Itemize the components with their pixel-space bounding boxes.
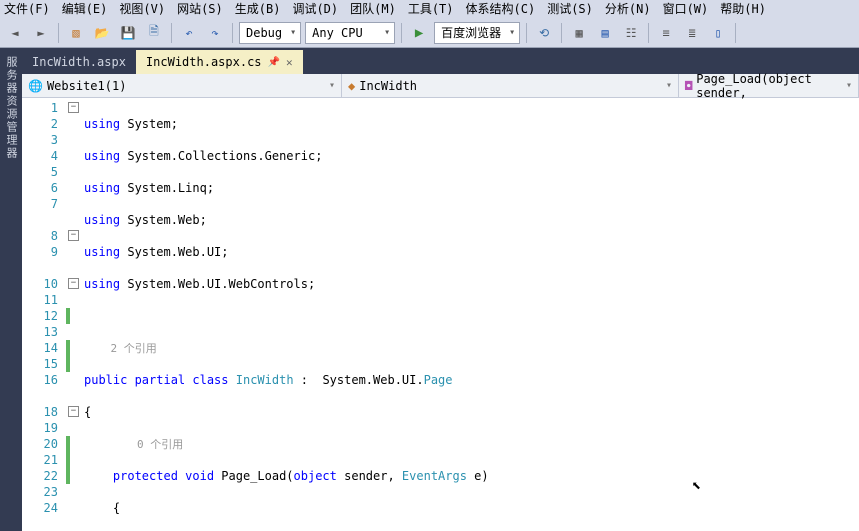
new-project-icon[interactable]: ▧ bbox=[65, 22, 87, 44]
step3-icon[interactable]: ☷ bbox=[620, 22, 642, 44]
class-icon: ◆ bbox=[348, 79, 355, 93]
member-dropdown[interactable]: ◘Page_Load(object sender, bbox=[679, 74, 859, 97]
config-select[interactable]: Debug bbox=[239, 22, 301, 44]
menu-team[interactable]: 团队(M) bbox=[350, 0, 396, 18]
globe-icon: 🌐 bbox=[28, 79, 43, 93]
close-icon[interactable]: ✕ bbox=[286, 56, 293, 69]
comment-icon[interactable]: ≡ bbox=[655, 22, 677, 44]
tab-incwidth-aspx[interactable]: IncWidth.aspx bbox=[22, 50, 136, 74]
nav-bar: 🌐Website1(1) ◆IncWidth ◘Page_Load(object… bbox=[22, 74, 859, 98]
bookmark-icon[interactable]: ▯ bbox=[707, 22, 729, 44]
save-all-icon[interactable]: 🗎 bbox=[143, 22, 165, 44]
menu-build[interactable]: 生成(B) bbox=[235, 0, 281, 18]
step-icon[interactable]: ▦ bbox=[568, 22, 590, 44]
undo-icon[interactable]: ↶ bbox=[178, 22, 200, 44]
start-debug-icon[interactable]: ▶ bbox=[408, 22, 430, 44]
code-content[interactable]: using System; using System.Collections.G… bbox=[84, 98, 859, 531]
line-numbers: 1234567 89 10111213141516 18192021222324 bbox=[22, 98, 66, 531]
open-icon[interactable]: 📂 bbox=[91, 22, 113, 44]
code-editor[interactable]: 1234567 89 10111213141516 18192021222324… bbox=[22, 98, 859, 531]
menubar: 文件(F) 编辑(E) 视图(V) 网站(S) 生成(B) 调试(D) 团队(M… bbox=[0, 0, 859, 18]
document-tabs: IncWidth.aspx IncWidth.aspx.cs📌✕ bbox=[22, 48, 859, 74]
back-icon[interactable]: ◄ bbox=[4, 22, 26, 44]
run-target-select[interactable]: 百度浏览器 bbox=[434, 22, 520, 44]
menu-file[interactable]: 文件(F) bbox=[4, 0, 50, 18]
menu-site[interactable]: 网站(S) bbox=[177, 0, 223, 18]
menu-debug[interactable]: 调试(D) bbox=[292, 0, 338, 18]
tab-incwidth-cs[interactable]: IncWidth.aspx.cs📌✕ bbox=[136, 50, 303, 74]
menu-edit[interactable]: 编辑(E) bbox=[62, 0, 108, 18]
menu-window[interactable]: 窗口(W) bbox=[663, 0, 709, 18]
step2-icon[interactable]: ▤ bbox=[594, 22, 616, 44]
uncomment-icon[interactable]: ≣ bbox=[681, 22, 703, 44]
method-icon: ◘ bbox=[685, 79, 692, 93]
menu-analyze[interactable]: 分析(N) bbox=[605, 0, 651, 18]
project-dropdown[interactable]: 🌐Website1(1) bbox=[22, 74, 342, 97]
save-icon[interactable]: 💾 bbox=[117, 22, 139, 44]
class-dropdown[interactable]: ◆IncWidth bbox=[342, 74, 679, 97]
pin-icon[interactable]: 📌 bbox=[268, 57, 280, 68]
browser-link-icon[interactable]: ⟲ bbox=[533, 22, 555, 44]
menu-arch[interactable]: 体系结构(C) bbox=[466, 0, 536, 18]
platform-select[interactable]: Any CPU bbox=[305, 22, 395, 44]
toolbar: ◄ ► ▧ 📂 💾 🗎 ↶ ↷ Debug Any CPU ▶ 百度浏览器 ⟲ … bbox=[0, 18, 859, 48]
forward-icon[interactable]: ► bbox=[30, 22, 52, 44]
left-tool-panel[interactable]: 服务器资源管理器 bbox=[0, 48, 22, 531]
menu-view[interactable]: 视图(V) bbox=[119, 0, 165, 18]
menu-help[interactable]: 帮助(H) bbox=[720, 0, 766, 18]
redo-icon[interactable]: ↷ bbox=[204, 22, 226, 44]
menu-tools[interactable]: 工具(T) bbox=[408, 0, 454, 18]
server-explorer-tab[interactable]: 服务器资源管理器 bbox=[3, 56, 19, 160]
outline-margin[interactable]: − −− − bbox=[66, 98, 84, 531]
menu-test[interactable]: 测试(S) bbox=[547, 0, 593, 18]
